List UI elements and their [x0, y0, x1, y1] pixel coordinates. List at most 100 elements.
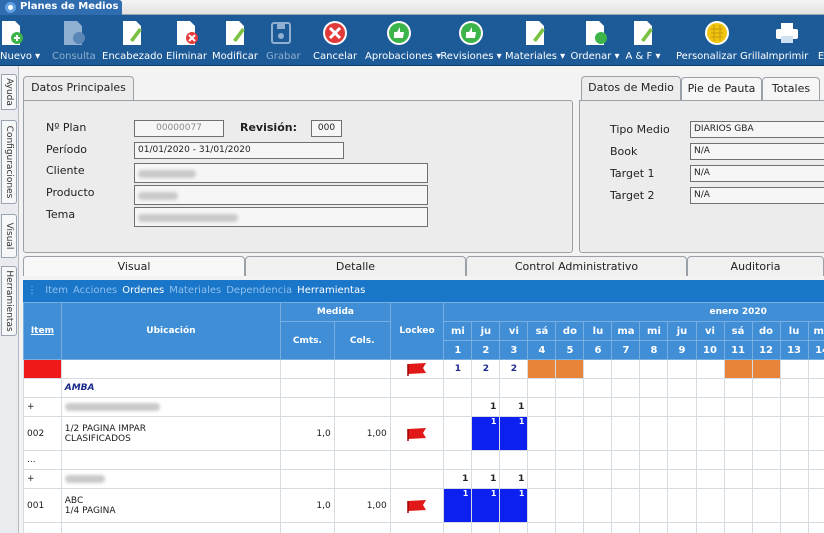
- day-cell[interactable]: 1: [499, 397, 529, 417]
- toolbar-af-icon-button[interactable]: A & F ▾: [625, 15, 661, 66]
- day-cell[interactable]: [443, 522, 473, 533]
- item-cell[interactable]: 002: [23, 416, 62, 451]
- day-cell[interactable]: [583, 522, 613, 533]
- tab-datos-medio[interactable]: Datos de Medio: [581, 76, 681, 101]
- day-cell[interactable]: [751, 522, 781, 533]
- target1-field[interactable]: N/A: [690, 165, 824, 182]
- day-cell[interactable]: [695, 397, 725, 417]
- day-cell[interactable]: [555, 416, 585, 451]
- day-cell[interactable]: [471, 522, 501, 533]
- day-cell[interactable]: [443, 416, 473, 451]
- grid-menu-acciones[interactable]: Acciones: [73, 285, 117, 296]
- day-cell[interactable]: [639, 416, 669, 451]
- day-cell[interactable]: [751, 397, 781, 417]
- day-cell[interactable]: [779, 488, 809, 523]
- day-cell[interactable]: [723, 450, 753, 470]
- day-cell[interactable]: [583, 469, 613, 489]
- day-cell[interactable]: [807, 359, 824, 379]
- day-cell[interactable]: [751, 469, 781, 489]
- lock-cell[interactable]: [389, 522, 445, 533]
- table-row[interactable]: ...: [23, 450, 824, 470]
- day-cell[interactable]: [695, 469, 725, 489]
- tab-pie-pauta[interactable]: Pie de Pauta: [681, 77, 762, 101]
- tipo-medio-field[interactable]: DIARIOS GBA: [690, 121, 824, 138]
- revision-field[interactable]: 000: [311, 120, 342, 137]
- day-cell[interactable]: [555, 469, 585, 489]
- item-cell[interactable]: ...: [23, 450, 62, 470]
- day-cell[interactable]: [527, 469, 557, 489]
- lock-cell[interactable]: [389, 450, 445, 470]
- day-cell[interactable]: [555, 359, 585, 379]
- day-cell[interactable]: [555, 522, 585, 533]
- day-cell[interactable]: [555, 488, 585, 523]
- tema-field[interactable]: [134, 207, 428, 227]
- day-cell[interactable]: [583, 450, 613, 470]
- item-cell[interactable]: 001: [23, 488, 62, 523]
- day-cell[interactable]: [527, 359, 557, 379]
- day-cell[interactable]: [751, 450, 781, 470]
- day-cell[interactable]: [667, 469, 697, 489]
- day-cell[interactable]: 1: [471, 416, 501, 451]
- tab-totales[interactable]: Totales: [762, 77, 820, 101]
- tab-visual[interactable]: Visual: [23, 256, 245, 276]
- side-tab-1[interactable]: Configuraciones: [1, 120, 17, 204]
- side-tab-3[interactable]: Herramientas: [1, 266, 17, 336]
- item-cell[interactable]: ...: [23, 522, 62, 533]
- day-cell[interactable]: [611, 416, 641, 451]
- toolbar-extra-button[interactable]: E: [812, 15, 824, 66]
- day-cell[interactable]: [807, 488, 824, 523]
- lock-cell[interactable]: [389, 397, 445, 417]
- day-cell[interactable]: [807, 522, 824, 533]
- day-cell[interactable]: 1: [471, 488, 501, 523]
- day-cell[interactable]: [443, 397, 473, 417]
- grid-menu-herramientas[interactable]: Herramientas: [297, 285, 365, 296]
- toolbar-order-icon-button[interactable]: Ordenar ▾: [570, 15, 620, 66]
- day-cell[interactable]: 1: [471, 397, 501, 417]
- toolbar-save-icon-button[interactable]: Grabar: [266, 15, 301, 66]
- lock-cell[interactable]: [389, 416, 445, 451]
- day-cell[interactable]: [807, 469, 824, 489]
- day-cell[interactable]: [527, 522, 557, 533]
- day-cell[interactable]: [555, 450, 585, 470]
- day-cell[interactable]: [583, 488, 613, 523]
- day-cell[interactable]: 1: [443, 488, 473, 523]
- day-cell[interactable]: [639, 488, 669, 523]
- day-cell[interactable]: [499, 450, 529, 470]
- day-cell[interactable]: [471, 450, 501, 470]
- day-cell[interactable]: [723, 397, 753, 417]
- lock-cell[interactable]: [389, 469, 445, 489]
- day-cell[interactable]: 2: [499, 359, 529, 379]
- day-cell[interactable]: [639, 397, 669, 417]
- day-cell[interactable]: [527, 416, 557, 451]
- day-cell[interactable]: [639, 359, 669, 379]
- day-cell[interactable]: [611, 397, 641, 417]
- day-cell[interactable]: [527, 488, 557, 523]
- item-cell[interactable]: +: [23, 397, 62, 417]
- window-tab[interactable]: Planes de Medios: [0, 0, 122, 15]
- tab-datos-principales[interactable]: Datos Principales: [23, 76, 134, 101]
- day-cell[interactable]: [639, 450, 669, 470]
- side-tab-2[interactable]: Visual: [1, 214, 17, 258]
- table-row[interactable]: ...: [23, 522, 824, 533]
- day-cell[interactable]: [667, 397, 697, 417]
- day-cell[interactable]: [667, 488, 697, 523]
- toolbar-new-doc-icon-button[interactable]: Nuevo ▾: [0, 15, 40, 66]
- day-cell[interactable]: [611, 450, 641, 470]
- book-field[interactable]: N/A: [690, 143, 824, 160]
- lock-cell[interactable]: [389, 488, 445, 523]
- day-cell[interactable]: [779, 469, 809, 489]
- side-tab-0[interactable]: Ayuda: [1, 74, 17, 110]
- toolbar-modify-doc-icon-button[interactable]: Modificar: [210, 15, 260, 66]
- grid-menu-materiales[interactable]: Materiales: [169, 285, 221, 296]
- periodo-field[interactable]: 01/01/2020 - 31/01/2020: [134, 142, 344, 159]
- day-cell[interactable]: [695, 488, 725, 523]
- day-cell[interactable]: [779, 450, 809, 470]
- day-cell[interactable]: [583, 359, 613, 379]
- day-cell[interactable]: [751, 488, 781, 523]
- day-cell[interactable]: [667, 416, 697, 451]
- day-cell[interactable]: 1: [499, 488, 529, 523]
- grid-menu-dependencia[interactable]: Dependencia: [226, 285, 292, 296]
- tab-control-administrativo[interactable]: Control Administrativo: [466, 256, 687, 276]
- tab-detalle[interactable]: Detalle: [245, 256, 466, 276]
- day-cell[interactable]: 2: [471, 359, 501, 379]
